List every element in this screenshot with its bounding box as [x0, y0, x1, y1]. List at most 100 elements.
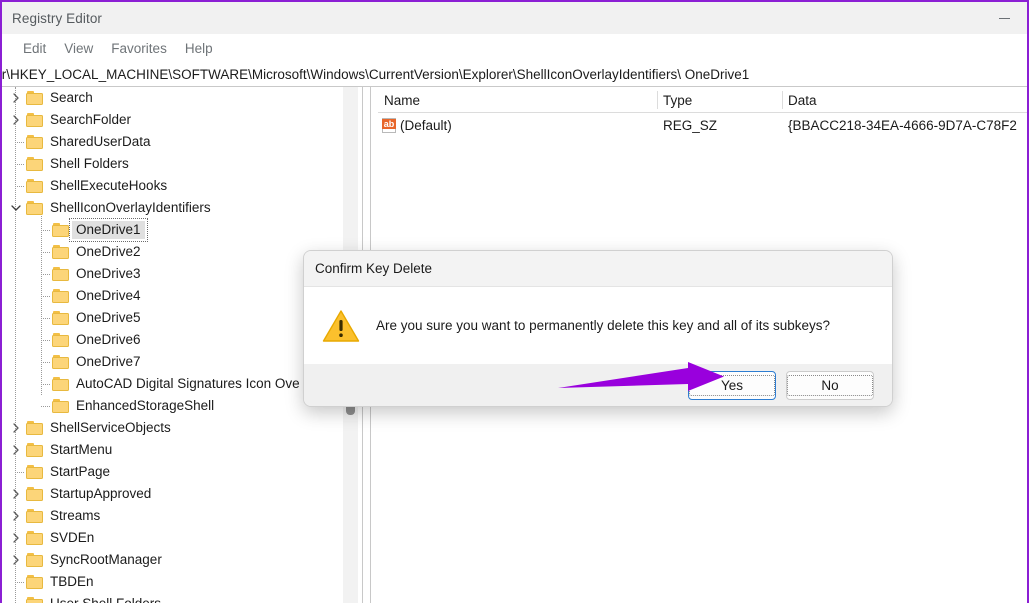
column-header-name[interactable]: Name: [378, 87, 420, 113]
tree-item-onedrive2[interactable]: OneDrive2: [2, 241, 342, 263]
menu-item-edit[interactable]: Edit: [14, 38, 55, 59]
folder-icon: [26, 157, 44, 172]
folder-icon: [52, 223, 70, 238]
folder-icon: [26, 597, 44, 603]
tree-item-label: Streams: [50, 509, 100, 523]
tree-guide-tick: [41, 362, 50, 363]
folder-icon: [26, 487, 44, 502]
folder-icon: [52, 311, 70, 326]
tree-item-shell-folders[interactable]: Shell Folders: [2, 153, 342, 175]
tree-item-label: SharedUserData: [50, 135, 151, 149]
confirm-key-delete-dialog: Confirm Key Delete Are you sure you want…: [303, 250, 893, 407]
chevron-right-icon[interactable]: [6, 445, 26, 455]
tree-item-startupapproved[interactable]: StartupApproved: [2, 483, 342, 505]
tree-item-label: EnhancedStorageShell: [76, 399, 214, 413]
folder-icon: [52, 377, 70, 392]
dialog-body: Are you sure you want to permanently del…: [304, 287, 892, 364]
value-type-cell: REG_SZ: [663, 118, 717, 133]
tree-item-onedrive5[interactable]: OneDrive5: [2, 307, 342, 329]
tree-item-label: StartupApproved: [50, 487, 151, 501]
tree-item-onedrive1[interactable]: OneDrive1: [2, 219, 342, 241]
tree-item-shellexecutehooks[interactable]: ShellExecuteHooks: [2, 175, 342, 197]
menu-item-view[interactable]: View: [55, 38, 102, 59]
tree-item-label: ShellIconOverlayIdentifiers: [50, 201, 211, 215]
tree-item-startpage[interactable]: StartPage: [2, 461, 342, 483]
tree-item-onedrive7[interactable]: OneDrive7: [2, 351, 342, 373]
tree-item-onedrive3[interactable]: OneDrive3: [2, 263, 342, 285]
tree-item-label: ShellServiceObjects: [50, 421, 171, 435]
folder-icon: [52, 333, 70, 348]
tree-item-label: OneDrive6: [76, 333, 141, 347]
column-header-type[interactable]: Type: [657, 87, 692, 113]
tree-item-label: OneDrive5: [76, 311, 141, 325]
value-data-cell: {BBACC218-34EA-4666-9D7A-C78F2: [788, 118, 1017, 133]
tree-item-onedrive6[interactable]: OneDrive6: [2, 329, 342, 351]
dialog-title: Confirm Key Delete: [304, 251, 892, 287]
chevron-right-icon[interactable]: [6, 115, 26, 125]
folder-icon: [26, 509, 44, 524]
caption-buttons: [981, 2, 1027, 34]
folder-icon: [26, 179, 44, 194]
chevron-right-icon[interactable]: [6, 555, 26, 565]
window-border-top: [0, 0, 1029, 2]
tree-item-shellserviceobjects[interactable]: ShellServiceObjects: [2, 417, 342, 439]
table-row[interactable]: ab (Default) REG_SZ {BBACC218-34EA-4666-…: [378, 113, 1027, 137]
no-button-label: No: [787, 375, 873, 396]
tree-guide-tick: [15, 472, 24, 473]
tree-item-search[interactable]: Search: [2, 87, 342, 109]
window-title: Registry Editor: [12, 11, 102, 26]
tree-guide-tick: [41, 230, 50, 231]
tree-item-label: OneDrive2: [76, 245, 141, 259]
title-bar: Registry Editor: [2, 2, 1027, 34]
tree-item-autocad-digital-signatures-icon-ove[interactable]: AutoCAD Digital Signatures Icon Ove: [2, 373, 342, 395]
column-header-data[interactable]: Data: [782, 87, 817, 113]
tree-item-label: Search: [50, 91, 93, 105]
registry-editor-window: Registry Editor Edit View Favorites Help…: [0, 0, 1029, 603]
yes-button[interactable]: Yes: [688, 371, 776, 400]
folder-icon: [52, 355, 70, 370]
dialog-message: Are you sure you want to permanently del…: [376, 318, 830, 333]
tree-item-label: OneDrive3: [76, 267, 141, 281]
tree-item-user-shell-folders[interactable]: User Shell Folders: [2, 593, 342, 603]
tree-item-tbden[interactable]: TBDEn: [2, 571, 342, 593]
tree-item-syncrootmanager[interactable]: SyncRootManager: [2, 549, 342, 571]
tree-guide-tick: [41, 296, 50, 297]
menu-item-favorites[interactable]: Favorites: [102, 38, 176, 59]
menu-bar: Edit View Favorites Help: [2, 34, 1027, 62]
tree-item-shareduserdata[interactable]: SharedUserData: [2, 131, 342, 153]
tree-guide-tick: [15, 186, 24, 187]
tree-guide-tick: [15, 582, 24, 583]
chevron-down-icon[interactable]: [6, 203, 26, 213]
tree-guide-tick: [15, 142, 24, 143]
chevron-right-icon[interactable]: [6, 511, 26, 521]
registry-tree[interactable]: Search SearchFolder SharedUserData Shell Fo…: [2, 87, 342, 603]
chevron-right-icon[interactable]: [6, 423, 26, 433]
tree-item-label: Shell Folders: [50, 157, 129, 171]
tree-item-searchfolder[interactable]: SearchFolder: [2, 109, 342, 131]
menu-item-help[interactable]: Help: [176, 38, 222, 59]
tree-item-onedrive4[interactable]: OneDrive4: [2, 285, 342, 307]
tree-item-streams[interactable]: Streams: [2, 505, 342, 527]
address-bar[interactable]: Computer\HKEY_LOCAL_MACHINE\SOFTWARE\Mic…: [2, 62, 1027, 86]
yes-button-label: Yes: [689, 375, 775, 396]
tree-item-shelliconoverlayidentifiers[interactable]: ShellIconOverlayIdentifiers: [2, 197, 342, 219]
folder-icon: [26, 135, 44, 150]
tree-item-label: OneDrive4: [76, 289, 141, 303]
minimize-button[interactable]: [981, 2, 1027, 34]
chevron-right-icon[interactable]: [6, 93, 26, 103]
tree-item-label: AutoCAD Digital Signatures Icon Ove: [76, 377, 300, 391]
tree-item-enhancedstorageshell[interactable]: EnhancedStorageShell: [2, 395, 342, 417]
chevron-right-icon[interactable]: [6, 489, 26, 499]
tree-item-label: TBDEn: [50, 575, 94, 589]
warning-triangle-icon: [322, 309, 360, 343]
tree-item-startmenu[interactable]: StartMenu: [2, 439, 342, 461]
window-border-left: [0, 0, 2, 603]
no-button[interactable]: No: [786, 371, 874, 400]
tree-item-label: OneDrive1: [72, 221, 145, 239]
tree-item-label: SearchFolder: [50, 113, 131, 127]
folder-icon: [26, 443, 44, 458]
chevron-right-icon[interactable]: [6, 533, 26, 543]
tree-item-svden[interactable]: SVDEn: [2, 527, 342, 549]
folder-icon: [26, 553, 44, 568]
tree-item-label: SyncRootManager: [50, 553, 162, 567]
